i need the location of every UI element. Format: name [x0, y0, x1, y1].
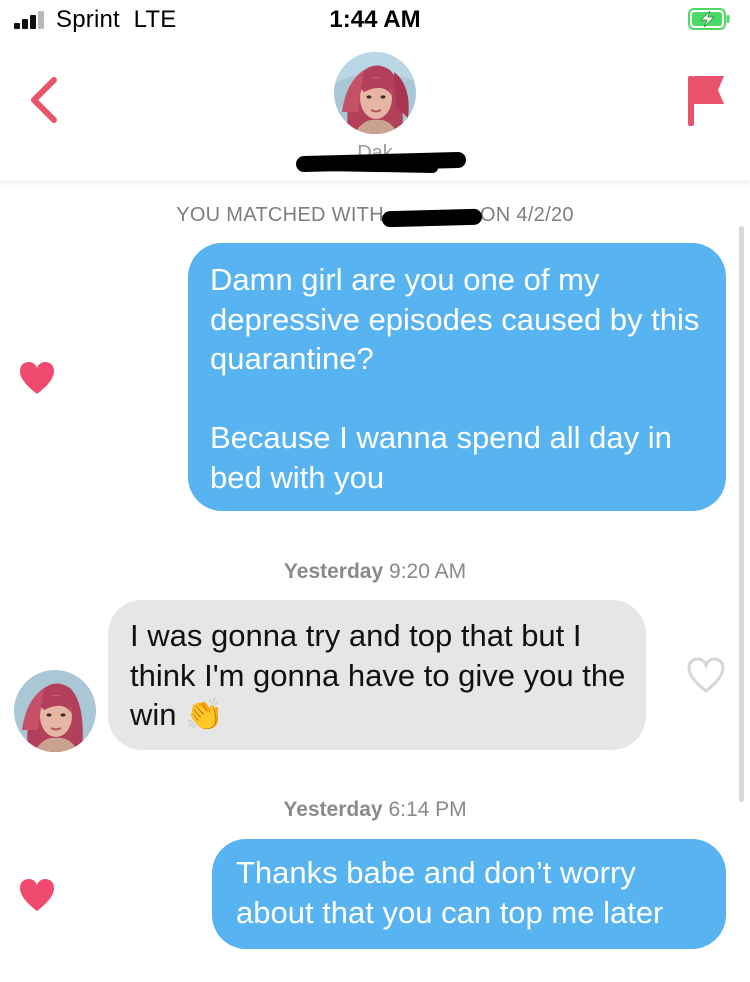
status-bar: Sprint LTE 1:44 AM: [0, 0, 750, 42]
back-button[interactable]: [22, 72, 70, 128]
avatar-image: [334, 52, 416, 134]
incoming-message-bubble[interactable]: I was gonna try and top that but I think…: [108, 600, 646, 750]
chat-header: Dak: [0, 42, 750, 180]
avatar-image: [14, 670, 96, 752]
heart-icon: [20, 879, 54, 911]
like-heart-button[interactable]: [18, 360, 56, 396]
heart-icon: [20, 362, 54, 394]
message-timestamp: Yesterday 9:20 AM: [283, 560, 467, 583]
heart-outline-icon: [687, 657, 725, 693]
message-timestamp: Yesterday 6:14 PM: [283, 798, 467, 821]
outgoing-message-bubble[interactable]: Damn girl are you one of my depressive e…: [188, 243, 726, 511]
message-text: Thanks babe and don’t worry about that y…: [236, 855, 664, 930]
scrollbar[interactable]: [739, 226, 744, 802]
message-text: Damn girl are you one of my depressive e…: [210, 262, 700, 495]
redaction-mark: [381, 208, 483, 228]
like-heart-button[interactable]: [686, 656, 726, 694]
report-button[interactable]: [680, 72, 730, 132]
charging-battery-icon: [688, 8, 730, 30]
match-date-banner: YOU MATCHED WITH ON 4/2/20: [176, 204, 574, 226]
outgoing-message-bubble[interactable]: Thanks babe and don’t worry about that y…: [212, 839, 726, 949]
chevron-left-icon: [31, 77, 57, 123]
status-time: 1:44 AM: [329, 6, 421, 33]
redaction-mark: [317, 160, 439, 174]
flag-icon: [688, 76, 724, 126]
match-avatar[interactable]: [14, 670, 96, 752]
clapping-hands-emoji: 👏: [185, 697, 224, 732]
message-text: I was gonna try and top that but I think…: [130, 618, 626, 732]
like-heart-button[interactable]: [18, 877, 56, 913]
match-profile-photo[interactable]: [334, 52, 416, 134]
